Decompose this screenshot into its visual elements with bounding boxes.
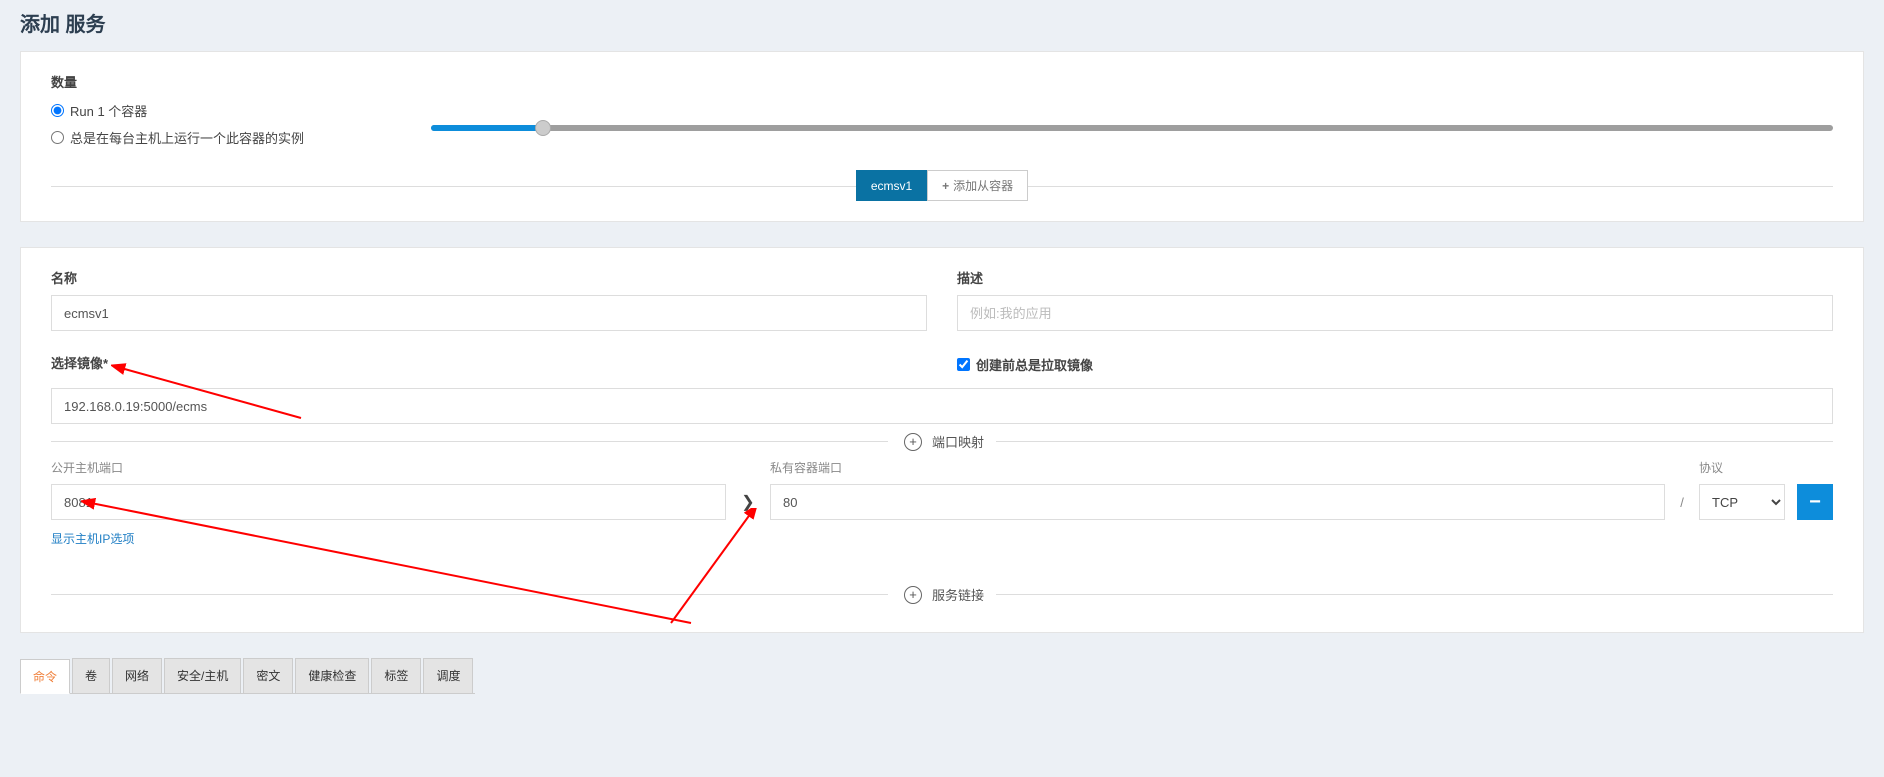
protocol-select[interactable]: TCP <box>1699 484 1785 520</box>
image-label: 选择镜像* <box>51 353 927 372</box>
tab-2[interactable]: 网络 <box>112 658 162 693</box>
quantity-slider[interactable] <box>431 125 1833 131</box>
description-input[interactable] <box>957 295 1833 331</box>
quantity-label: 数量 <box>51 72 431 91</box>
plus-icon: + <box>942 179 949 193</box>
service-form-card: 名称 描述 选择镜像* 创建前总是拉取镜像 + 端口映射 <box>20 247 1864 633</box>
tab-1[interactable]: 卷 <box>72 658 110 693</box>
add-sidekick-label: 添加从容器 <box>953 177 1013 194</box>
tab-4[interactable]: 密文 <box>243 658 293 693</box>
slider-fill <box>431 125 543 131</box>
radio-run-on-every-host-input[interactable] <box>51 131 64 144</box>
protocol-label: 协议 <box>1699 459 1785 476</box>
private-port-input[interactable] <box>770 484 1665 520</box>
tab-7[interactable]: 调度 <box>423 658 473 693</box>
plus-circle-icon: + <box>904 586 922 604</box>
always-pull-checkbox-row[interactable]: 创建前总是拉取镜像 <box>957 355 1833 374</box>
image-input[interactable] <box>51 388 1833 424</box>
slash-separator: / <box>1677 484 1687 520</box>
plus-circle-icon: + <box>904 433 922 451</box>
add-sidekick-button[interactable]: + 添加从容器 <box>927 170 1028 201</box>
description-label: 描述 <box>957 268 1833 287</box>
public-port-label: 公开主机端口 <box>51 459 726 476</box>
name-label: 名称 <box>51 268 927 287</box>
tab-6[interactable]: 标签 <box>371 658 421 693</box>
show-host-ip-options-link[interactable]: 显示主机IP选项 <box>51 530 134 547</box>
public-port-input[interactable] <box>51 484 726 520</box>
tab-0[interactable]: 命令 <box>20 659 70 694</box>
settings-tabs: 命令卷网络安全/主机密文健康检查标签调度 <box>20 658 475 694</box>
minus-icon: − <box>1809 491 1821 514</box>
port-arrow-icon: ❯ <box>738 484 758 520</box>
container-pill-row: ecmsv1 + 添加从容器 <box>51 170 1833 201</box>
port-mapping-header[interactable]: + 端口映射 <box>51 432 1833 451</box>
service-link-header[interactable]: + 服务链接 <box>51 585 1833 604</box>
tab-5[interactable]: 健康检查 <box>295 658 369 693</box>
private-port-label: 私有容器端口 <box>770 459 1665 476</box>
radio-run-n-containers[interactable]: Run 1 个容器 <box>51 101 431 120</box>
name-input[interactable] <box>51 295 927 331</box>
remove-port-button[interactable]: − <box>1797 484 1833 520</box>
radio-run-label: Run 1 个容器 <box>70 101 147 120</box>
radio-run-n-containers-input[interactable] <box>51 104 64 117</box>
always-pull-label: 创建前总是拉取镜像 <box>976 355 1093 374</box>
tab-3[interactable]: 安全/主机 <box>164 658 241 693</box>
container-pill-active[interactable]: ecmsv1 <box>856 170 927 201</box>
quantity-card: 数量 Run 1 个容器 总是在每台主机上运行一个此容器的实例 ecm <box>20 51 1864 222</box>
always-pull-checkbox[interactable] <box>957 358 970 371</box>
service-link-label: 服务链接 <box>928 585 990 604</box>
slider-thumb[interactable] <box>535 120 551 136</box>
radio-every-label: 总是在每台主机上运行一个此容器的实例 <box>70 128 304 147</box>
radio-run-on-every-host[interactable]: 总是在每台主机上运行一个此容器的实例 <box>51 128 431 147</box>
page-title: 添加 服务 <box>20 0 1864 51</box>
port-mapping-label: 端口映射 <box>928 432 990 451</box>
